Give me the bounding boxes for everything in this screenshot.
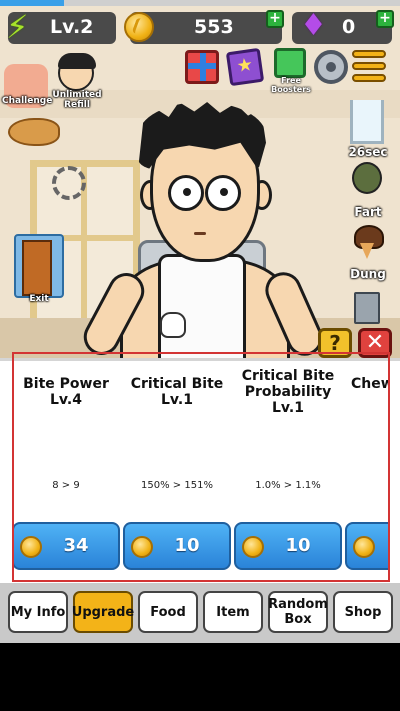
exit-door-icon[interactable] [14, 234, 64, 298]
gold-coin-icon [124, 12, 154, 42]
upgrade-card-critical-bite: Critical Bite Lv.1 150% > 151% 10 [123, 362, 231, 577]
exit-label: Exit [29, 294, 49, 304]
upgrade-card-bite-power: Bite Power Lv.4 8 > 9 34 [12, 362, 120, 577]
tab-upgrade[interactable]: Upgrade [72, 591, 134, 633]
close-button[interactable]: ✕ [358, 328, 392, 358]
gold-display: 553 + [124, 10, 284, 44]
buy-upgrade-button[interactable]: 34 [12, 522, 120, 570]
upgrade-price: 10 [285, 535, 311, 556]
bottom-tab-bar: My Info Upgrade Food Item Random Box Sho… [0, 583, 400, 643]
upgrade-name: Critical Bite Probability Lv.1 [241, 368, 335, 416]
gift-icon[interactable] [185, 50, 219, 84]
dung-icon[interactable] [352, 225, 384, 261]
bottom-bar [0, 643, 400, 711]
tab-item[interactable]: Item [203, 591, 263, 633]
menu-icon[interactable] [352, 50, 386, 84]
unlimited-refill-label: Unlimited Refill [52, 90, 102, 110]
add-gems-button[interactable]: + [376, 10, 394, 28]
upgrade-name: Critical Bite Lv.1 [130, 376, 224, 408]
upgrade-stat: 8 > 9 [52, 480, 80, 491]
buy-upgrade-button[interactable] [345, 522, 390, 570]
tab-my-info[interactable]: My Info [8, 591, 68, 633]
tab-random-box[interactable]: Random Box [268, 591, 328, 633]
character-eye [205, 175, 241, 211]
level-text: Lv.2 [50, 16, 94, 38]
character-mouth [194, 232, 206, 235]
timer-label: 26sec [348, 145, 388, 159]
gem-display: ♦ 0 + [292, 8, 394, 44]
tab-food[interactable]: Food [138, 591, 198, 633]
upgrade-stat: 1.0% > 1.1% [255, 480, 321, 491]
gem-amount: 0 [342, 16, 356, 38]
upgrade-cards: Bite Power Lv.4 8 > 9 34 Critical Bite L… [12, 362, 390, 577]
upgrade-price: 10 [174, 535, 200, 556]
fish-bread-icon[interactable] [8, 118, 60, 146]
lightning-icon: ⚡ [6, 8, 29, 46]
upgrade-card-critical-bite-probability: Critical Bite Probability Lv.1 1.0% > 1.… [234, 362, 342, 577]
water-glass-icon[interactable] [350, 100, 384, 144]
gold-coin-icon [353, 536, 375, 558]
upgrade-card-chew: Chew [345, 362, 390, 577]
settings-nut-icon[interactable] [314, 50, 348, 84]
fart-label: Fart [354, 205, 382, 219]
add-gold-button[interactable]: + [266, 10, 284, 28]
tooth-icon [160, 312, 186, 338]
book-icon[interactable]: ★ [225, 47, 265, 87]
free-boosters-label: Free Boosters [271, 76, 311, 94]
buy-upgrade-button[interactable]: 10 [234, 522, 342, 570]
character-eye [168, 175, 204, 211]
upgrade-name: Chew [351, 376, 390, 392]
fart-icon[interactable] [352, 162, 382, 194]
gem-icon: ♦ [300, 8, 327, 43]
trash-icon[interactable] [354, 292, 380, 324]
dung-label: Dung [350, 267, 386, 281]
free-boosters-icon[interactable] [274, 48, 306, 78]
upgrade-price: 34 [63, 535, 89, 556]
loading-spinner-icon [52, 166, 86, 200]
level-progress-bar [0, 0, 400, 6]
challenge-label: Challenge [2, 96, 53, 106]
character-tank-top [158, 254, 246, 360]
help-button[interactable]: ? [318, 328, 352, 358]
upgrade-name: Bite Power Lv.4 [23, 376, 109, 408]
buy-upgrade-button[interactable]: 10 [123, 522, 231, 570]
gold-amount: 553 [194, 16, 234, 38]
level-display: ⚡ Lv.2 [6, 8, 116, 46]
tab-shop[interactable]: Shop [333, 591, 393, 633]
unlimited-refill-icon[interactable] [58, 53, 96, 91]
level-progress-fill [0, 0, 64, 6]
upgrade-stat: 150% > 151% [141, 480, 213, 491]
